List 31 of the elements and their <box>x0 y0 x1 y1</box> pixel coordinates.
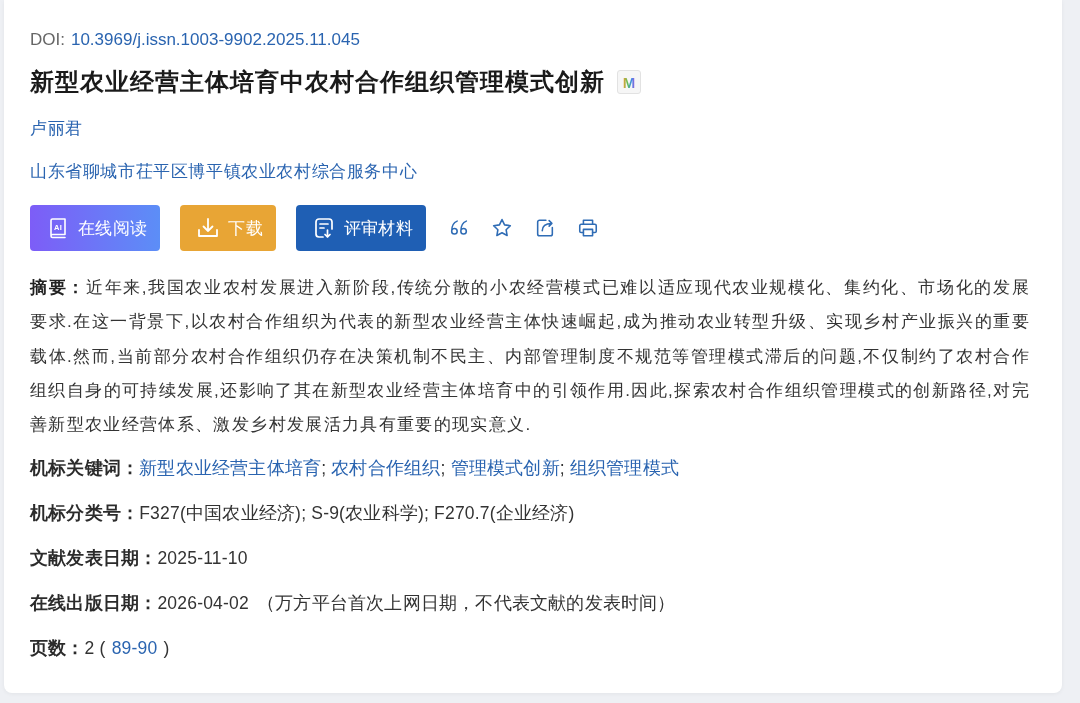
note-text: （万方平台首次上网日期，不代表文献的发表时间） <box>256 593 676 614</box>
affiliation-link[interactable]: 山东省聊城市茌平区博平镇农业农村综合服务中心 <box>30 160 418 184</box>
star-icon[interactable] <box>491 217 513 239</box>
page-range-link[interactable]: 89-90 <box>111 638 158 659</box>
abstract-text: 摘要：近年来,我国农业农村发展进入新阶段,传统分散的小农经营模式已难以适应现代农业规模化、集约化、市场化的发展要求.在这一背景下,以农村合作组织为代表的新型农业经营主体快速崛起,成为推动农业转型升级、实现乡村产业振兴的重要载体.然而,当前部分农村合作组织仍存在决策机制不民主、内部管理制度不规范等管理模式滞后的问题,不仅制约了农村合作组织自身的可持续发展,还影响了其在新型农业经营主体培育中的引领作用.因此,探索农村合作组织管理模式的创新路径,对完善新型农业经营体系、激发乡村发展活力具有重要的现实意义. <box>30 277 1030 437</box>
review-materials-button[interactable]: 评审材料 <box>295 205 426 251</box>
separator-text: ; <box>321 458 327 479</box>
keyword-link[interactable]: 农村合作组织 <box>331 458 441 479</box>
field-value: 2026-04-02 <box>157 593 249 614</box>
article-title: 新型农业经营主体培育中农村合作组织管理模式创新 <box>30 67 605 97</box>
field-label: 文献发表日期： <box>30 548 158 569</box>
field-value: ) <box>163 638 170 659</box>
doi-link[interactable]: 10.3969/j.issn.1003-9902.2025.11.045 <box>70 28 360 52</box>
keyword-link[interactable]: 管理模式创新 <box>450 458 560 479</box>
letter-badge: M <box>617 70 641 94</box>
share-icon[interactable] <box>534 217 556 239</box>
keyword-link[interactable]: 组织管理模式 <box>569 458 679 479</box>
separator-text: ; <box>440 458 446 479</box>
separator-text: ; <box>559 458 565 479</box>
field-label: 机标分类号： <box>30 503 140 524</box>
field-label: 在线出版日期： <box>30 593 158 614</box>
print-icon[interactable] <box>577 217 599 239</box>
download-icon <box>196 216 221 240</box>
keyword-link[interactable]: 新型农业经营主体培育 <box>139 458 322 479</box>
field-label: 机标关键词： <box>30 458 140 479</box>
author-link[interactable]: 卢丽君 <box>30 117 83 141</box>
field-value: F327(中国农业经济); S-9(农业科学); F270.7(企业经济) <box>139 503 575 524</box>
field-value: 2025-11-10 <box>157 548 248 569</box>
field-label: 页数： <box>30 638 85 659</box>
field-value: 2 ( <box>84 638 106 659</box>
doi-label: DOI: <box>30 29 65 51</box>
